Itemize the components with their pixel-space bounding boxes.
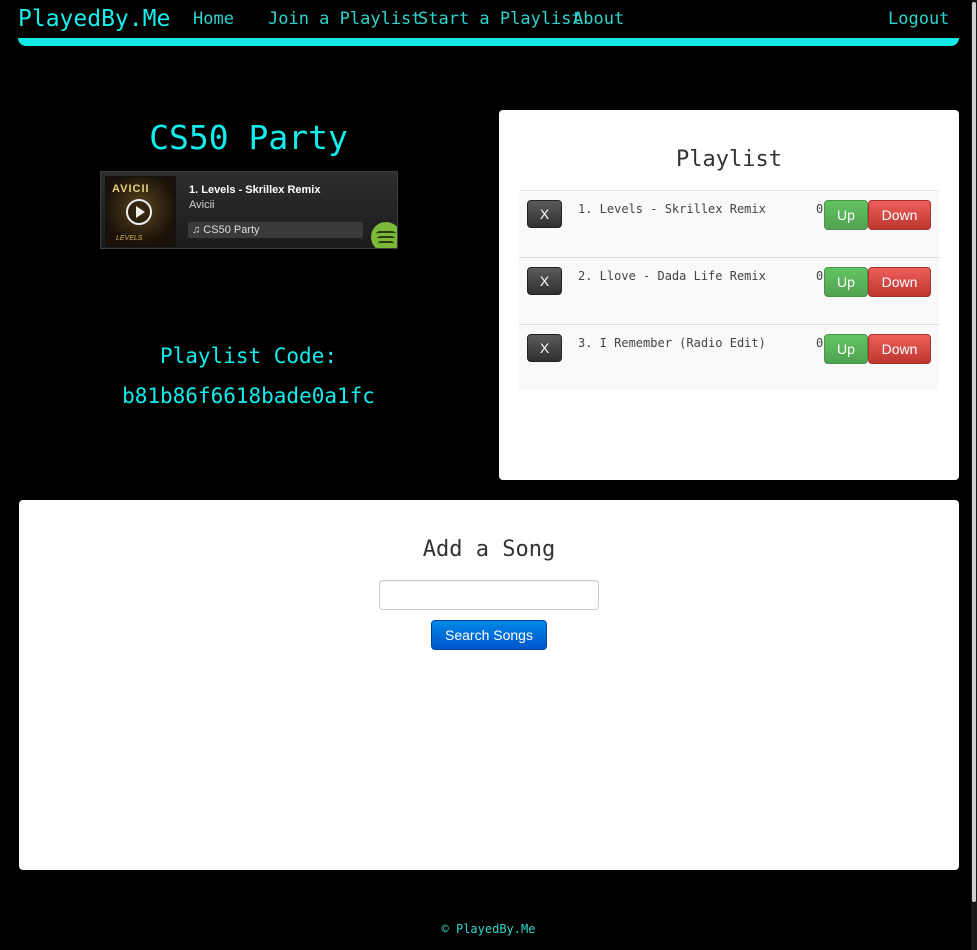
song-search-input[interactable] [379,580,599,610]
nav-home-link[interactable]: Home [193,9,234,29]
remove-song-button[interactable]: X [527,200,562,228]
footer-copyright: © PlayedBy.Me [441,922,536,936]
table-row: X 2. Llove - Dada Life Remix 0 Up Down [519,257,939,324]
widget-artist: Avicii [189,199,215,211]
remove-song-button[interactable]: X [527,334,562,362]
widget-playlist-name: ♫ CS50 Party [188,222,363,238]
nav-join-playlist-link[interactable]: Join a Playlist [268,9,422,29]
table-row: X 3. I Remember (Radio Edit) 0 Up Down [519,324,939,391]
nav-about-link[interactable]: About [573,9,624,29]
navbar-underline [18,38,959,46]
album-logo: AVICII [112,183,150,195]
downvote-button[interactable]: Down [868,267,931,297]
song-title: 2. Llove - Dada Life Remix [578,269,766,283]
song-title: 3. I Remember (Radio Edit) [578,336,766,350]
logout-link[interactable]: Logout [888,9,949,29]
song-title: 1. Levels - Skrillex Remix [578,202,766,216]
upvote-button[interactable]: Up [824,267,868,297]
downvote-button[interactable]: Down [868,334,931,364]
downvote-button[interactable]: Down [868,200,931,230]
vote-count: 0 [816,202,824,216]
page-scrollbar[interactable] [971,0,977,950]
table-row: X 1. Levels - Skrillex Remix 0 Up Down [519,190,939,257]
spotify-icon [371,222,397,248]
nav-start-playlist-link[interactable]: Start a Playlist [418,9,582,29]
playlist-code-value: b81b86f6618bade0a1fc [122,384,375,408]
vote-count: 0 [816,269,824,283]
album-caption: LEVELS [116,235,143,242]
scrollbar-thumb[interactable] [972,2,976,902]
album-art: AVICII LEVELS [105,176,176,247]
spotify-play-widget[interactable]: AVICII LEVELS 1. Levels - Skrillex Remix… [100,171,398,249]
search-songs-button[interactable]: Search Songs [431,620,547,650]
party-title: CS50 Party [149,118,348,157]
add-song-panel: Add a Song Search Songs [19,500,959,870]
playlist-heading: Playlist [676,147,782,172]
navbar: PlayedBy.Me Home Join a Playlist Start a… [18,0,959,46]
upvote-button[interactable]: Up [824,200,868,230]
playlist-table: X 1. Levels - Skrillex Remix 0 Up Down X… [519,190,939,391]
add-song-heading: Add a Song [422,537,556,562]
remove-song-button[interactable]: X [527,267,562,295]
upvote-button[interactable]: Up [824,334,868,364]
playlist-panel: Playlist X 1. Levels - Skrillex Remix 0 … [499,110,959,480]
brand-link[interactable]: PlayedBy.Me [18,6,170,32]
playlist-code-label: Playlist Code: [159,344,337,368]
play-icon[interactable] [126,199,152,225]
vote-count: 0 [816,336,824,350]
widget-track-title: 1. Levels - Skrillex Remix [189,184,321,196]
